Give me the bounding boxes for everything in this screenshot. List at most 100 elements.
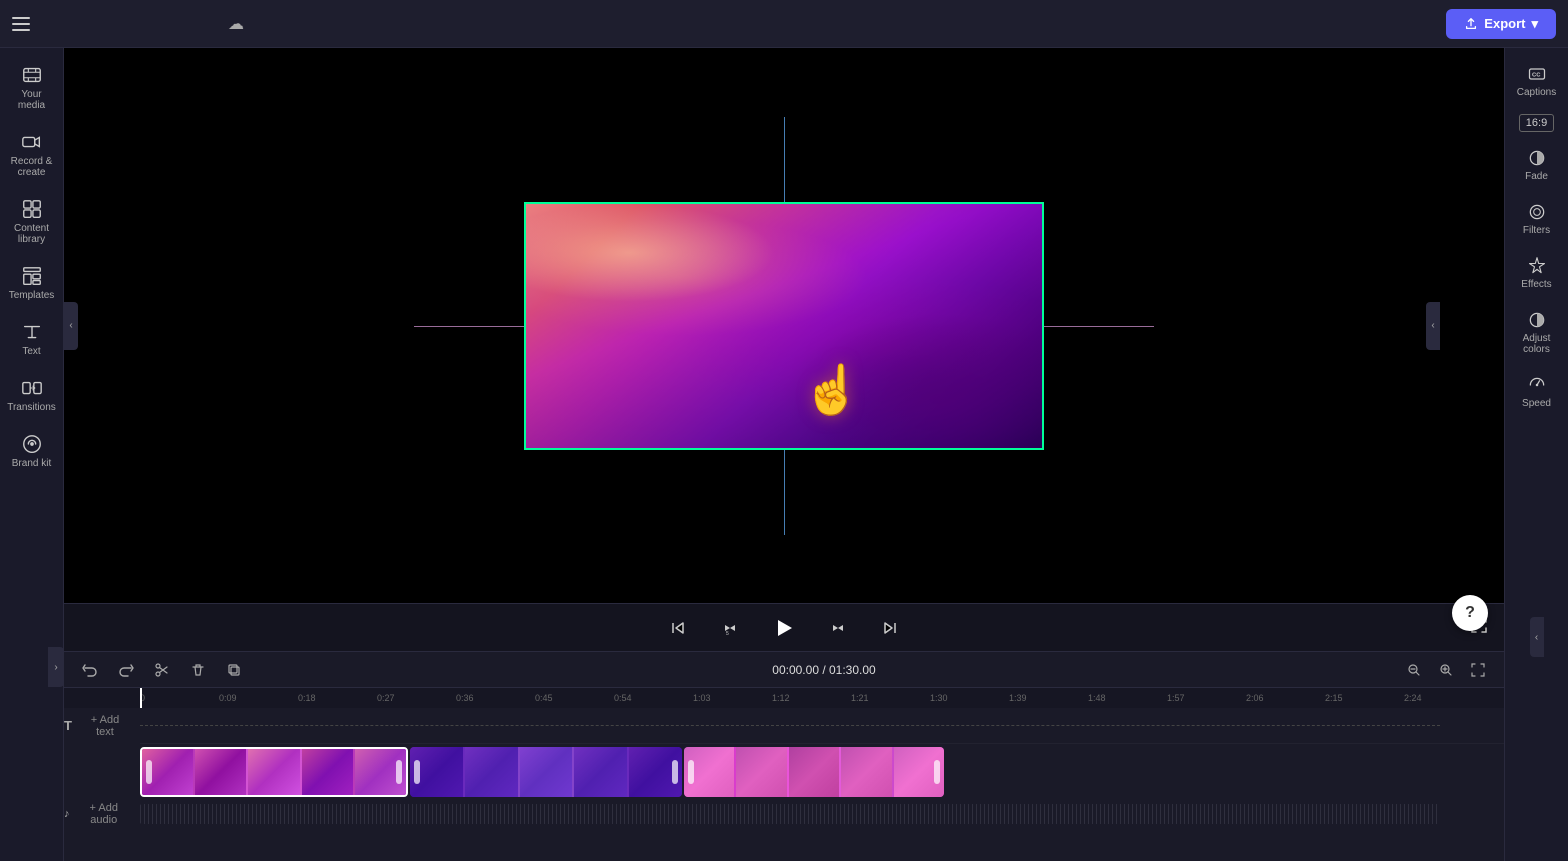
right-sidebar-item-captions[interactable]: CC Captions — [1509, 56, 1565, 106]
filters-icon — [1527, 202, 1547, 222]
sidebar-item-templates[interactable]: Templates — [4, 257, 60, 309]
project-title-area: My video ☁ — [44, 14, 244, 34]
clip-1-handle-right[interactable] — [396, 760, 402, 784]
play-button[interactable] — [766, 610, 802, 646]
audio-track-icon: ♪ — [64, 808, 70, 820]
sidebar-item-content-library[interactable]: Contentlibrary — [4, 190, 60, 253]
current-time-label: 00:00.00 / 01:30.00 — [772, 663, 875, 677]
ruler-mark-2: 0:18 — [298, 693, 377, 703]
audio-track-row: ♪ + Add audio — [140, 800, 1504, 828]
fade-icon — [1527, 148, 1547, 168]
delete-button[interactable] — [184, 656, 212, 684]
main-area: Your media Record &create Contentlibrary — [0, 48, 1568, 861]
ruler-mark-11: 1:39 — [1009, 693, 1088, 703]
add-text-button[interactable]: + Add text — [76, 712, 134, 740]
menu-button[interactable] — [12, 14, 32, 34]
right-sidebar-item-filters[interactable]: Filters — [1509, 194, 1565, 244]
video-clip-3[interactable] — [684, 747, 944, 797]
undo-button[interactable] — [76, 656, 104, 684]
right-sidebar-item-speed[interactable]: Speed — [1509, 367, 1565, 417]
ruler-mark-0: 0 — [140, 693, 219, 703]
templates-icon — [21, 265, 43, 287]
timeline-zoom-controls — [1400, 656, 1492, 684]
brand-icon — [21, 433, 43, 455]
text-icon — [21, 321, 43, 343]
text-track-icon: T — [64, 718, 72, 733]
adjust-colors-label: Adjustcolors — [1523, 333, 1551, 355]
video-clip-2[interactable] — [410, 747, 682, 797]
sidebar-item-record-create[interactable]: Record &create — [4, 123, 60, 186]
ruler-mark-10: 1:30 — [930, 693, 1009, 703]
captions-icon: CC — [1527, 64, 1547, 84]
timeline-time-display: 00:00.00 / 01:30.00 — [256, 663, 1392, 677]
clip-1-handle-left[interactable] — [146, 760, 152, 784]
sidebar-label-templates: Templates — [9, 290, 55, 301]
clip-2-thumbnails — [410, 747, 682, 797]
preview-collapse-right-button[interactable]: ‹ — [1426, 302, 1440, 350]
ruler-mark-9: 1:21 — [851, 693, 930, 703]
rewind-button[interactable]: 5 — [714, 612, 746, 644]
topbar: My video ☁ Export ▾ — [0, 0, 1568, 48]
project-title-input[interactable]: My video — [44, 16, 220, 31]
help-button[interactable]: ? — [1452, 595, 1488, 631]
right-sidebar-item-effects[interactable]: Effects — [1509, 248, 1565, 298]
timeline-area: 00:00.00 / 01:30.00 — [64, 651, 1504, 861]
fade-label: Fade — [1525, 171, 1548, 182]
record-icon — [21, 131, 43, 153]
sidebar-item-your-media[interactable]: Your media — [4, 56, 60, 119]
ruler-mark-6: 0:54 — [614, 693, 693, 703]
audio-track-label: ♪ + Add audio — [64, 800, 134, 828]
adjust-colors-icon — [1527, 310, 1547, 330]
ruler-marks: 0 0:09 0:18 0:27 0:36 0:45 0:54 1:03 1:1… — [140, 693, 1504, 703]
svg-text:CC: CC — [1532, 73, 1541, 79]
aspect-ratio-badge[interactable]: 16:9 — [1519, 114, 1554, 132]
cut-button[interactable] — [148, 656, 176, 684]
clip-3-handle-left[interactable] — [688, 760, 694, 784]
preview-background — [526, 204, 1042, 448]
film-icon — [21, 64, 43, 86]
zoom-out-button[interactable] — [1400, 656, 1428, 684]
export-label: Export — [1484, 16, 1525, 31]
aspect-ratio-label: 16:9 — [1526, 117, 1547, 129]
sidebar-item-brand-kit[interactable]: Brand kit — [4, 425, 60, 477]
export-icon — [1464, 17, 1478, 31]
transitions-icon — [21, 377, 43, 399]
export-button[interactable]: Export ▾ — [1446, 9, 1556, 39]
empty-text-track — [140, 725, 1440, 727]
sidebar-item-transitions[interactable]: Transitions — [4, 369, 60, 421]
redo-button[interactable] — [112, 656, 140, 684]
playhead[interactable] — [140, 688, 142, 708]
preview-canvas: ☝ — [414, 117, 1154, 535]
ruler-mark-8: 1:12 — [772, 693, 851, 703]
skip-to-end-button[interactable] — [874, 612, 906, 644]
add-audio-button[interactable]: + Add audio — [74, 800, 135, 828]
clip-3-thumbnails — [684, 747, 944, 797]
clip-3-handle-right[interactable] — [934, 760, 940, 784]
zoom-in-button[interactable] — [1432, 656, 1460, 684]
sidebar-item-text[interactable]: Text — [4, 313, 60, 365]
forward-button[interactable] — [822, 612, 854, 644]
playback-controls: 5 — [64, 603, 1504, 651]
right-sidebar-expand-button[interactable]: ‹ — [1530, 617, 1544, 657]
preview-artwork[interactable]: ☝ — [524, 202, 1044, 450]
ruler-mark-12: 1:48 — [1088, 693, 1167, 703]
skip-to-start-button[interactable] — [662, 612, 694, 644]
right-sidebar-item-adjust-colors[interactable]: Adjustcolors — [1509, 302, 1565, 363]
speed-icon — [1527, 375, 1547, 395]
fit-timeline-button[interactable] — [1464, 656, 1492, 684]
sidebar-label-transitions: Transitions — [7, 402, 56, 413]
clip-2-handle-right[interactable] — [672, 760, 678, 784]
left-sidebar-expand-button[interactable]: › — [48, 647, 64, 687]
sidebar-label-brand-kit: Brand kit — [12, 458, 51, 469]
left-sidebar: Your media Record &create Contentlibrary — [0, 48, 64, 861]
preview-collapse-left-button[interactable]: ‹ — [64, 302, 78, 350]
duplicate-button[interactable] — [220, 656, 248, 684]
export-dropdown-arrow: ▾ — [1531, 16, 1538, 32]
filters-label: Filters — [1523, 225, 1550, 236]
right-sidebar-item-fade[interactable]: Fade — [1509, 140, 1565, 190]
clip-2-handle-left[interactable] — [414, 760, 420, 784]
preview-gradient-overlay — [526, 204, 1042, 448]
right-sidebar: CC Captions 16:9 Fade Filters — [1504, 48, 1568, 861]
sidebar-label-your-media: Your media — [8, 89, 56, 111]
video-clip-1[interactable] — [140, 747, 408, 797]
